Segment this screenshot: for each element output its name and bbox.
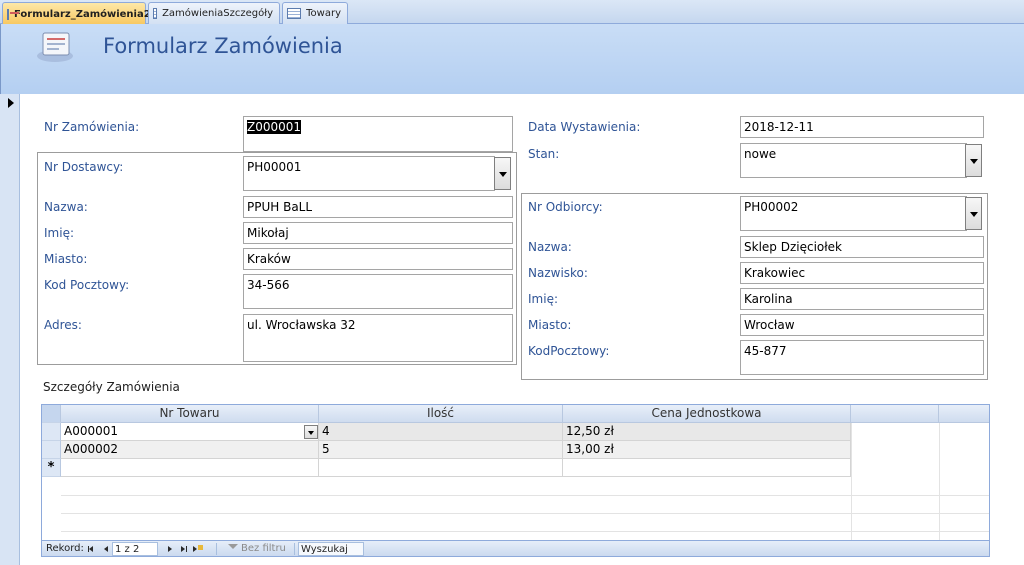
supplier-city-label: Miasto: bbox=[44, 252, 88, 266]
supplier-zip-field[interactable]: 34-566 bbox=[243, 274, 513, 309]
recipient-surname-field[interactable]: Krakowiec bbox=[740, 262, 984, 284]
recipient-city-label: Miasto: bbox=[528, 318, 572, 332]
supplier-zip-label: Kod Pocztowy: bbox=[44, 278, 130, 292]
recipient-surname-label: Nazwisko: bbox=[528, 266, 588, 280]
status-label: Stan: bbox=[528, 147, 560, 161]
document-tab-bar: Formularz_Zamówienia2 ZamówieniaSzczegół… bbox=[0, 0, 1024, 25]
recipient-first-name-label: Imię: bbox=[528, 292, 558, 306]
column-header-product-number[interactable]: Nr Towaru bbox=[61, 405, 319, 423]
cell-product-number[interactable]: A000002 bbox=[61, 441, 319, 459]
recipient-number-label: Nr Odbiorcy: bbox=[528, 200, 603, 214]
record-label: Rekord: bbox=[46, 543, 84, 554]
form-header: Formularz Zamówienia bbox=[0, 24, 1024, 94]
tab-label: Towary bbox=[306, 8, 341, 19]
previous-record-button[interactable] bbox=[100, 543, 112, 555]
cell-new-unit-price[interactable] bbox=[563, 459, 851, 477]
supplier-dropdown-button[interactable] bbox=[494, 157, 511, 190]
cell-unit-price[interactable]: 13,00 zł bbox=[563, 441, 851, 459]
tab-zamowienia-szczegoly[interactable]: ZamówieniaSzczegóły bbox=[148, 2, 280, 24]
supplier-name-field[interactable]: PPUH BaLL bbox=[243, 196, 513, 218]
status-dropdown-button[interactable] bbox=[965, 144, 982, 177]
supplier-city-field[interactable]: Kraków bbox=[243, 248, 513, 270]
order-details-label: Szczegóły Zamówienia bbox=[43, 380, 180, 394]
product-dropdown-button[interactable] bbox=[304, 425, 318, 439]
table-icon bbox=[153, 8, 158, 19]
form-icon bbox=[7, 8, 19, 20]
form-icon bbox=[37, 32, 73, 62]
recipient-dropdown-button[interactable] bbox=[965, 197, 982, 230]
tab-label: Formularz_Zamówienia2 bbox=[14, 8, 151, 20]
nav-divider bbox=[216, 543, 217, 555]
order-details-subform: Nr Towaru Ilość Cena Jednostkowa A000001… bbox=[41, 404, 990, 557]
no-filter-icon bbox=[228, 543, 238, 553]
column-header-quantity[interactable]: Ilość bbox=[319, 405, 563, 423]
row-selector[interactable] bbox=[42, 441, 61, 459]
table-icon bbox=[287, 8, 302, 19]
cell-unit-price[interactable]: 12,50 zł bbox=[563, 423, 851, 441]
tab-formularz-zamowienia2[interactable]: Formularz_Zamówienia2 bbox=[2, 2, 151, 25]
recipient-name-label: Nazwa: bbox=[528, 240, 572, 254]
search-input[interactable]: Wyszukaj bbox=[298, 542, 364, 556]
status-combo[interactable]: nowe bbox=[740, 143, 967, 178]
recipient-zip-label: KodPocztowy: bbox=[528, 344, 610, 358]
column-header-empty bbox=[851, 405, 939, 423]
cell-new-quantity[interactable] bbox=[319, 459, 563, 477]
current-record-arrow-icon bbox=[8, 98, 14, 108]
new-record-marker[interactable]: * bbox=[42, 459, 61, 477]
row-selector[interactable] bbox=[42, 423, 61, 441]
record-position-input[interactable]: 1 z 2 bbox=[112, 542, 158, 556]
issue-date-field[interactable]: 2018-12-11 bbox=[740, 116, 984, 138]
recipient-number-combo[interactable]: PH00002 bbox=[740, 196, 967, 231]
supplier-first-name-field[interactable]: Mikołaj bbox=[243, 222, 513, 244]
order-number-label: Nr Zamówienia: bbox=[44, 120, 140, 134]
tab-label: ZamówieniaSzczegóły bbox=[162, 8, 273, 19]
supplier-number-label: Nr Dostawcy: bbox=[44, 160, 124, 174]
filter-label: Bez filtru bbox=[241, 543, 286, 554]
recipient-zip-field[interactable]: 45-877 bbox=[740, 340, 984, 375]
filter-indicator[interactable]: Bez filtru bbox=[228, 542, 286, 556]
supplier-address-label: Adres: bbox=[44, 318, 82, 332]
page-title: Formularz Zamówienia bbox=[103, 34, 343, 58]
supplier-address-field[interactable]: ul. Wrocławska 32 bbox=[243, 314, 513, 362]
order-number-field[interactable]: Z000001 bbox=[243, 116, 513, 152]
record-selector[interactable] bbox=[0, 94, 20, 565]
grid-line bbox=[851, 423, 852, 540]
column-header-empty bbox=[939, 405, 989, 423]
cell-quantity[interactable]: 4 bbox=[319, 423, 563, 441]
issue-date-label: Data Wystawienia: bbox=[528, 120, 641, 134]
column-header-unit-price[interactable]: Cena Jednostkowa bbox=[563, 405, 851, 423]
cell-product-number[interactable]: A000001 bbox=[61, 423, 319, 441]
cell-new-product-number[interactable] bbox=[61, 459, 319, 477]
record-navigation-bar: Rekord: 1 z 2 Bez filtru Wyszukaj bbox=[42, 540, 989, 556]
cell-quantity[interactable]: 5 bbox=[319, 441, 563, 459]
first-record-button[interactable] bbox=[86, 543, 98, 555]
select-all-corner[interactable] bbox=[42, 405, 61, 423]
tab-towary[interactable]: Towary bbox=[282, 2, 348, 24]
new-record-button[interactable] bbox=[192, 543, 204, 555]
recipient-city-field[interactable]: Wrocław bbox=[740, 314, 984, 336]
supplier-name-label: Nazwa: bbox=[44, 200, 88, 214]
last-record-button[interactable] bbox=[178, 543, 190, 555]
supplier-first-name-label: Imię: bbox=[44, 226, 74, 240]
order-number-value: Z000001 bbox=[247, 120, 302, 134]
supplier-number-combo[interactable]: PH00001 bbox=[243, 156, 495, 191]
recipient-name-field[interactable]: Sklep Dzięciołek bbox=[740, 236, 984, 258]
recipient-first-name-field[interactable]: Karolina bbox=[740, 288, 984, 310]
next-record-button[interactable] bbox=[164, 543, 176, 555]
nav-divider bbox=[294, 543, 295, 555]
grid-line bbox=[939, 423, 940, 540]
